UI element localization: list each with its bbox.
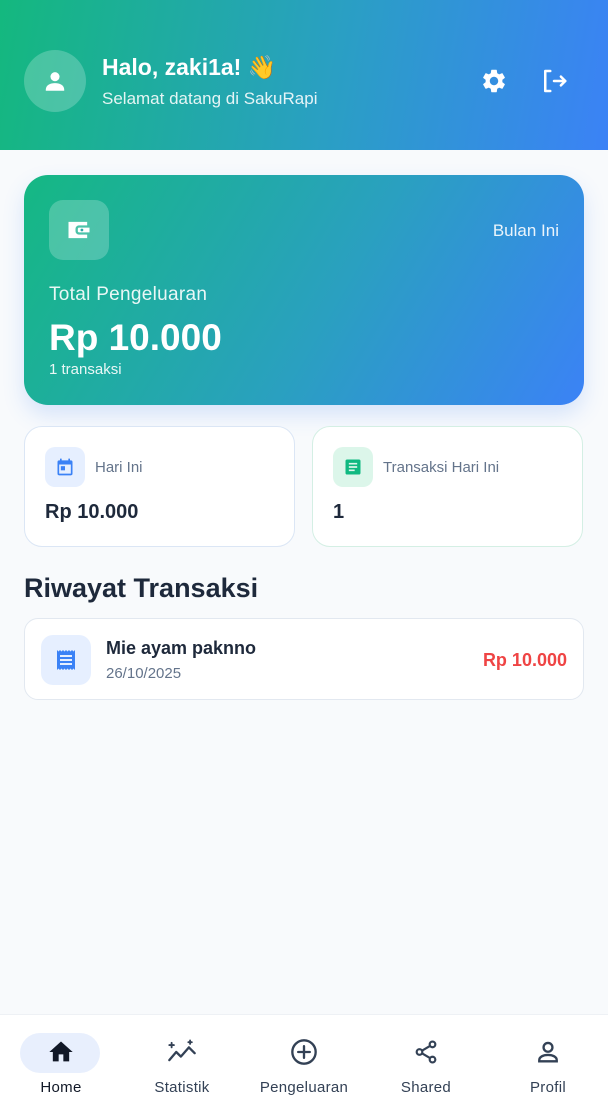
stat-value: Rp 10.000: [45, 501, 139, 523]
logout-icon: [544, 69, 567, 93]
total-expense-title: Total Pengeluaran: [49, 284, 208, 305]
home-icon: [49, 1041, 73, 1062]
transaction-count: 1 transaksi: [49, 361, 122, 378]
total-expense-card: Bulan Ini Total Pengeluaran Rp 10.000 1 …: [24, 175, 584, 405]
add-circle-icon: [291, 1039, 317, 1065]
avatar[interactable]: [24, 50, 86, 112]
transaction-item[interactable]: Mie ayam paknno 26/10/2025 Rp 10.000: [24, 618, 584, 700]
stat-label: Hari Ini: [95, 459, 143, 476]
total-expense-amount: Rp 10.000: [49, 317, 222, 358]
stat-icon-box: [333, 447, 373, 487]
transaction-date: 26/10/2025: [106, 665, 182, 682]
wallet-icon: [68, 221, 90, 239]
statistics-icon: [168, 1039, 196, 1062]
history-title: Riwayat Transaksi: [24, 573, 259, 603]
logout-button[interactable]: [535, 62, 573, 100]
period-label: Bulan Ini: [492, 221, 559, 240]
person-icon: [45, 72, 65, 91]
nav-label: Statistik: [154, 1079, 210, 1096]
stat-label: Transaksi Hari Ini: [383, 459, 500, 476]
calendar-icon: [57, 458, 73, 476]
nav-label: Pengeluaran: [259, 1079, 349, 1096]
stat-card-today: Hari Ini Rp 10.000: [24, 426, 295, 547]
transaction-icon-box: [41, 635, 91, 685]
stat-icon-box: [45, 447, 85, 487]
settings-button[interactable]: [475, 62, 513, 100]
transaction-amount: Rp 10.000: [482, 650, 567, 670]
list-icon: [345, 459, 361, 475]
nav-item-shared[interactable]: Shared: [365, 1015, 487, 1110]
nav-item-statistik[interactable]: Statistik: [121, 1015, 243, 1110]
nav-item-profil[interactable]: Profil: [487, 1015, 608, 1110]
nav-label: Home: [40, 1079, 82, 1096]
wallet-icon-box: [49, 200, 109, 260]
greeting-text: Halo, zaki1a! 👋: [102, 54, 277, 80]
stat-value: 1: [333, 501, 345, 523]
nav-label: Shared: [400, 1079, 452, 1096]
nav-item-home[interactable]: Home: [0, 1015, 122, 1110]
welcome-subtitle: Selamat datang di SakuRapi: [102, 89, 318, 108]
stat-card-transactions-today: Transaksi Hari Ini 1: [312, 426, 583, 547]
person-icon: [538, 1041, 558, 1063]
nav-label: Profil: [530, 1079, 566, 1096]
bottom-navigation: Home Statistik Pengeluaran Shared Profil: [0, 1014, 608, 1110]
gear-icon: [483, 69, 505, 93]
receipt-icon: [57, 650, 75, 670]
transaction-name: Mie ayam paknno: [106, 638, 257, 658]
app-header: Halo, zaki1a! 👋 Selamat datang di SakuRa…: [0, 0, 608, 150]
nav-item-pengeluaran[interactable]: Pengeluaran: [243, 1015, 365, 1110]
share-icon: [415, 1040, 437, 1064]
